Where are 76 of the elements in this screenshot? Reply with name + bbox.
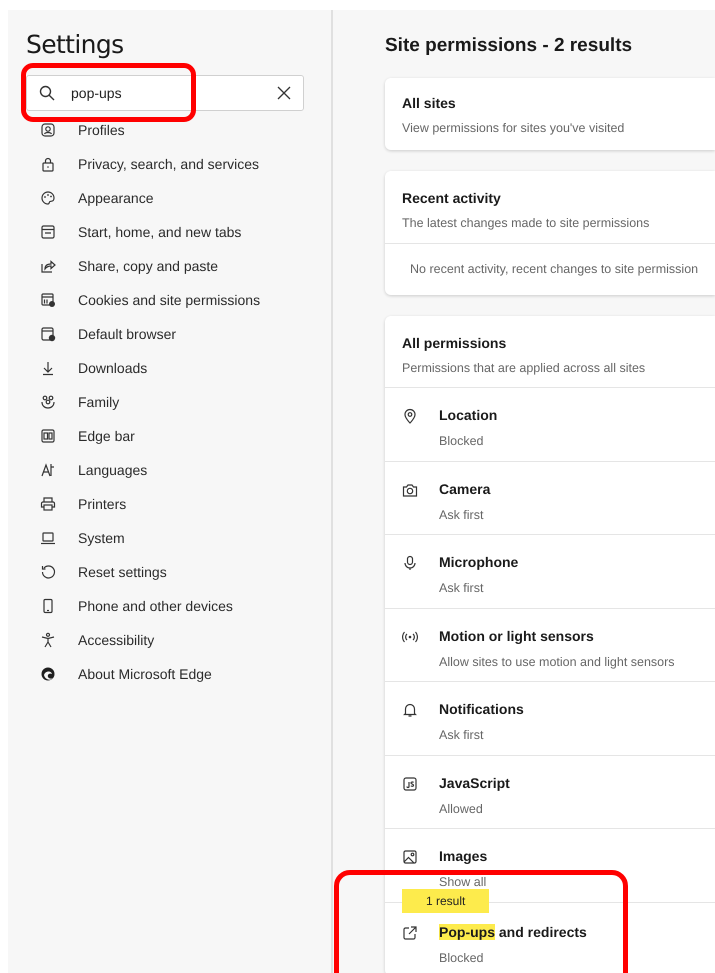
sidebar-item-icon xyxy=(40,666,56,682)
sidebar-item-icon xyxy=(40,530,56,546)
permission-status: Blocked xyxy=(439,433,484,450)
sidebar-item[interactable]: Edge bar xyxy=(26,419,304,453)
permission-name: Camera xyxy=(439,480,490,498)
sidebar-item-icon xyxy=(40,258,56,274)
sidebar-item[interactable]: Printers xyxy=(26,487,304,521)
sidebar-item[interactable]: Default browser xyxy=(26,317,304,351)
search-icon xyxy=(39,85,55,101)
sidebar-item-icon xyxy=(40,326,56,342)
sidebar-item-icon xyxy=(40,190,56,206)
sidebar-item[interactable]: Downloads xyxy=(26,351,304,385)
sidebar-item[interactable]: Cookies and site permissions xyxy=(26,283,304,317)
permission-status: Allow sites to use motion and light sensors xyxy=(439,654,675,671)
sidebar-item[interactable]: Accessibility xyxy=(26,623,304,657)
sidebar-item[interactable]: Phone and other devices xyxy=(26,589,304,623)
sidebar-item-icon xyxy=(40,292,56,308)
sidebar-item[interactable]: Privacy, search, and services xyxy=(26,147,304,181)
sidebar-item-icon xyxy=(40,428,56,444)
sidebar-item[interactable]: Reset settings xyxy=(26,555,304,589)
sidebar-item-icon xyxy=(40,394,56,410)
card-subtitle: Permissions that are applied across all sites xyxy=(402,360,646,377)
permission-icon xyxy=(402,849,418,865)
permission-status: Blocked xyxy=(439,950,484,966)
card-title: Recent activity xyxy=(402,189,502,208)
sidebar-item-icon xyxy=(40,360,56,376)
sidebar-item[interactable]: Share, copy and paste xyxy=(26,249,304,283)
sidebar-item[interactable]: Languages xyxy=(26,453,304,487)
permission-icon xyxy=(402,776,418,792)
permission-status: Ask first xyxy=(439,727,484,744)
page-title: Site permissions - 2 results xyxy=(385,34,634,58)
permission-row[interactable]: JavaScript Allowed xyxy=(385,756,715,829)
permission-status: Ask first xyxy=(439,506,484,524)
permission-name: JavaScript xyxy=(439,774,510,793)
sidebar-item[interactable]: Profiles xyxy=(26,113,304,147)
permission-icon xyxy=(402,408,418,424)
permission-row[interactable]: Location Blocked xyxy=(385,388,715,462)
permission-status: Allowed xyxy=(439,800,484,818)
permission-name: Images xyxy=(439,847,488,866)
sidebar-item[interactable]: About Microsoft Edge xyxy=(26,657,304,691)
permission-row[interactable]: Microphone Ask first xyxy=(385,535,715,608)
sidebar-title: Settings xyxy=(26,30,125,60)
search-result-tooltip: 1 result xyxy=(402,888,490,912)
sidebar-item-icon xyxy=(40,632,56,648)
sidebar-item[interactable]: Family xyxy=(26,385,304,419)
permission-name: Notifications xyxy=(439,700,524,719)
permission-icon xyxy=(402,482,418,498)
permission-name: Microphone xyxy=(439,553,518,572)
permission-name: Pop-ups and redirects xyxy=(439,922,587,942)
permission-name: Motion or light sensors xyxy=(439,626,595,646)
sidebar-item[interactable]: Start, home, and new tabs xyxy=(26,215,304,249)
sidebar-item-icon xyxy=(40,122,56,138)
card-title: All sites xyxy=(402,94,457,113)
permission-row[interactable]: Camera Ask first xyxy=(385,462,715,535)
permission-icon xyxy=(402,924,418,940)
sidebar-item-icon xyxy=(40,564,56,580)
sidebar-item-icon xyxy=(40,224,56,240)
sidebar-item-icon xyxy=(40,462,56,478)
card-subtitle: The latest changes made to site permissions xyxy=(402,215,650,232)
permission-status: Ask first xyxy=(439,580,484,597)
card-title: All permissions xyxy=(402,334,508,353)
permission-icon xyxy=(402,702,418,718)
close-icon[interactable] xyxy=(277,86,291,100)
empty-message: No recent activity, recent changes to site permission xyxy=(410,261,698,278)
all-sites-card[interactable]: All sites View permissions for sites you've visited xyxy=(385,78,715,150)
search-field[interactable]: pop-ups xyxy=(26,75,304,111)
permission-name: Location xyxy=(439,406,498,425)
permission-status: Show all xyxy=(439,874,488,891)
sidebar-item-icon xyxy=(40,156,56,172)
permission-row[interactable]: Motion or light sensors Allow sites to use motion and light sensors xyxy=(385,608,715,682)
sidebar-item-icon xyxy=(40,496,56,512)
sidebar-item[interactable]: Appearance xyxy=(26,181,304,215)
sidebar-item[interactable]: System xyxy=(26,521,304,555)
permission-icon xyxy=(402,555,418,571)
permission-row[interactable]: Notifications Ask first xyxy=(385,682,715,756)
card-subtitle: View permissions for sites you've visited xyxy=(402,120,626,137)
